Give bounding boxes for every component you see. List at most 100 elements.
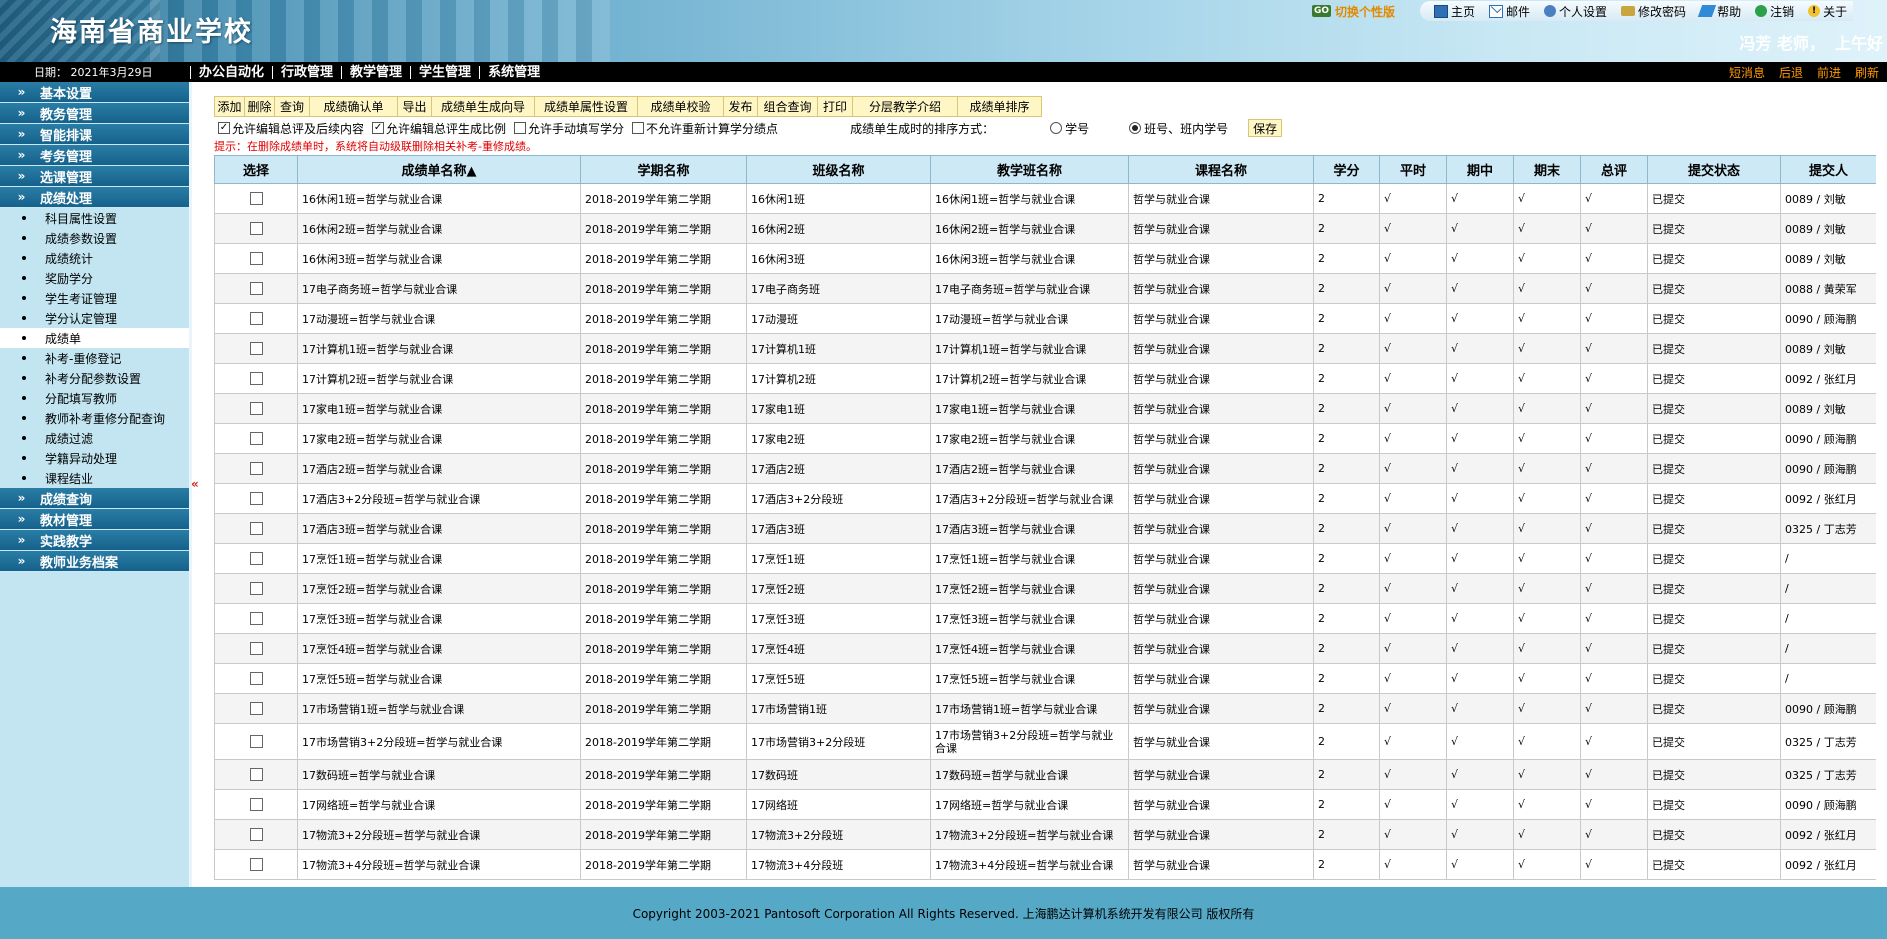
table-row[interactable]: 17电子商务班=哲学与就业合课 2018-2019学年第二学期 17电子商务班 17电…	[214, 273, 1876, 304]
row-select-checkbox[interactable]	[249, 612, 263, 626]
toolbar-button[interactable]: 组合查询	[757, 96, 817, 117]
toolbar-button[interactable]: 成绩单生成向导	[431, 96, 534, 117]
top-link-mail[interactable]: 邮件	[1489, 3, 1530, 20]
table-row[interactable]: 17酒店3+2分段班=哲学与就业合课 2018-2019学年第二学期 17酒店3+2…	[214, 483, 1876, 514]
top-link-change-password[interactable]: 修改密码	[1621, 3, 1686, 20]
row-select-checkbox[interactable]	[249, 282, 263, 296]
sidebar-subitem[interactable]: 学分认定管理	[0, 308, 189, 328]
table-row[interactable]: 17物流3+4分段班=哲学与就业合课 2018-2019学年第二学期 17物流3+4…	[214, 849, 1876, 880]
sidebar-group-textbook-management[interactable]: » 教材管理	[0, 509, 189, 530]
table-row[interactable]: 17家电1班=哲学与就业合课 2018-2019学年第二学期 17家电1班 17家电1…	[214, 393, 1876, 424]
table-row[interactable]: 17家电2班=哲学与就业合课 2018-2019学年第二学期 17家电2班 17家电2…	[214, 423, 1876, 454]
table-row[interactable]: 17酒店3班=哲学与就业合课 2018-2019学年第二学期 17酒店3班 17酒店3…	[214, 513, 1876, 544]
row-select-checkbox[interactable]	[249, 672, 263, 686]
menu-system-management[interactable]: 系统管理	[479, 65, 548, 79]
sidebar-group-smart-scheduling[interactable]: » 智能排课	[0, 124, 189, 145]
row-select-checkbox[interactable]	[249, 582, 263, 596]
sidebar-subitem[interactable]: 补考分配参数设置	[0, 368, 189, 388]
toolbar-button[interactable]: 成绩单校验	[637, 96, 723, 117]
collapse-sidebar-icon[interactable]: «	[191, 477, 199, 491]
sidebar-group-course-selection[interactable]: » 选课管理	[0, 166, 189, 187]
top-link-help[interactable]: 帮助	[1697, 3, 1741, 20]
toolbar-button[interactable]: 成绩单属性设置	[534, 96, 637, 117]
row-select-checkbox[interactable]	[249, 372, 263, 386]
row-select-checkbox[interactable]	[249, 552, 263, 566]
sidebar-group-teacher-archive[interactable]: » 教师业务档案	[0, 551, 189, 572]
toolbar-button[interactable]: 删除	[244, 96, 274, 117]
switch-portal-link[interactable]: GO 切换个性版	[1312, 2, 1395, 20]
row-select-checkbox[interactable]	[249, 252, 263, 266]
menu-teaching-management[interactable]: 教学管理	[341, 65, 410, 79]
table-row[interactable]: 17市场营销3+2分段班=哲学与就业合课 2018-2019学年第二学期 17市场营…	[214, 723, 1876, 760]
allow-manual-credit-checkbox[interactable]: 允许手动填写学分	[514, 120, 624, 137]
table-row[interactable]: 16休闲2班=哲学与就业合课 2018-2019学年第二学期 16休闲2班 16休闲2…	[214, 213, 1876, 244]
allow-edit-total-checkbox[interactable]: ✓ 允许编辑总评及后续内容	[218, 120, 364, 137]
menu-office-automation[interactable]: 办公自动化	[190, 65, 272, 79]
table-row[interactable]: 17动漫班=哲学与就业合课 2018-2019学年第二学期 17动漫班 17动漫班=哲…	[214, 303, 1876, 334]
sidebar-subitem[interactable]: 成绩参数设置	[0, 228, 189, 248]
refresh-link[interactable]: 刷新	[1855, 64, 1879, 81]
top-link-personal-settings[interactable]: 个人设置	[1544, 3, 1607, 20]
sidebar-subitem[interactable]: 课程结业	[0, 468, 189, 488]
allow-edit-ratio-checkbox[interactable]: ✓ 允许编辑总评生成比例	[372, 120, 506, 137]
row-select-checkbox[interactable]	[249, 642, 263, 656]
table-row[interactable]: 17物流3+2分段班=哲学与就业合课 2018-2019学年第二学期 17物流3+2…	[214, 819, 1876, 850]
table-row[interactable]: 17烹饪3班=哲学与就业合课 2018-2019学年第二学期 17烹饪3班 17烹饪3…	[214, 603, 1876, 634]
toolbar-button[interactable]: 查询	[274, 96, 309, 117]
sidebar-subitem[interactable]: 成绩单	[0, 328, 189, 348]
toolbar-button[interactable]: 导出	[397, 96, 431, 117]
table-row[interactable]: 17烹饪4班=哲学与就业合课 2018-2019学年第二学期 17烹饪4班 17烹饪4…	[214, 633, 1876, 664]
short-message-link[interactable]: 短消息	[1729, 64, 1765, 81]
row-select-checkbox[interactable]	[249, 828, 263, 842]
row-select-checkbox[interactable]	[249, 192, 263, 206]
top-link-home[interactable]: 主页	[1434, 3, 1475, 20]
row-select-checkbox[interactable]	[249, 798, 263, 812]
column-header-sheet-name[interactable]: 成绩单名称▲	[297, 155, 581, 184]
sidebar-subitem[interactable]: 教师补考重修分配查询	[0, 408, 189, 428]
sidebar-subitem[interactable]: 奖励学分	[0, 268, 189, 288]
toolbar-button[interactable]: 发布	[723, 96, 757, 117]
table-row[interactable]: 17数码班=哲学与就业合课 2018-2019学年第二学期 17数码班 17数码班=哲…	[214, 759, 1876, 790]
table-row[interactable]: 17市场营销1班=哲学与就业合课 2018-2019学年第二学期 17市场营销1班 1…	[214, 693, 1876, 724]
menu-student-management[interactable]: 学生管理	[410, 65, 479, 79]
table-row[interactable]: 17烹饪5班=哲学与就业合课 2018-2019学年第二学期 17烹饪5班 17烹饪5…	[214, 663, 1876, 694]
row-select-checkbox[interactable]	[249, 492, 263, 506]
table-row[interactable]: 17烹饪1班=哲学与就业合课 2018-2019学年第二学期 17烹饪1班 17烹饪1…	[214, 543, 1876, 574]
sidebar-subitem[interactable]: 成绩过滤	[0, 428, 189, 448]
row-select-checkbox[interactable]	[249, 858, 263, 872]
toolbar-button[interactable]: 添加	[214, 96, 244, 117]
row-select-checkbox[interactable]	[249, 768, 263, 782]
row-select-checkbox[interactable]	[249, 735, 263, 749]
table-row[interactable]: 16休闲3班=哲学与就业合课 2018-2019学年第二学期 16休闲3班 16休闲3…	[214, 243, 1876, 274]
top-link-logout[interactable]: 注销	[1755, 3, 1794, 20]
toolbar-button[interactable]: 成绩单排序	[957, 96, 1042, 117]
menu-administration[interactable]: 行政管理	[272, 65, 341, 79]
sidebar-subitem[interactable]: 科目属性设置	[0, 208, 189, 228]
sort-by-student-id-radio[interactable]: 学号	[1050, 120, 1089, 137]
table-row[interactable]: 17烹饪2班=哲学与就业合课 2018-2019学年第二学期 17烹饪2班 17烹饪2…	[214, 573, 1876, 604]
save-button[interactable]: 保存	[1248, 119, 1283, 137]
row-select-checkbox[interactable]	[249, 342, 263, 356]
row-select-checkbox[interactable]	[249, 432, 263, 446]
table-row[interactable]: 17计算机2班=哲学与就业合课 2018-2019学年第二学期 17计算机2班 17计…	[214, 363, 1876, 394]
table-row[interactable]: 16休闲1班=哲学与就业合课 2018-2019学年第二学期 16休闲1班 16休闲1…	[214, 183, 1876, 214]
sidebar-group-exam-affairs[interactable]: » 考务管理	[0, 145, 189, 166]
sidebar-subitem[interactable]: 学籍异动处理	[0, 448, 189, 468]
row-select-checkbox[interactable]	[249, 702, 263, 716]
top-link-about[interactable]: ! 关于	[1808, 3, 1847, 20]
sidebar-group-basic-settings[interactable]: » 基本设置	[0, 82, 189, 103]
sidebar-subitem[interactable]: 学生考证管理	[0, 288, 189, 308]
row-select-checkbox[interactable]	[249, 462, 263, 476]
sidebar-subitem[interactable]: 补考-重修登记	[0, 348, 189, 368]
sidebar-group-grade-processing[interactable]: » 成绩处理	[0, 187, 189, 208]
disallow-recalc-gpa-checkbox[interactable]: 不允许重新计算学分绩点	[632, 120, 778, 137]
sidebar-group-academic-affairs[interactable]: » 教务管理	[0, 103, 189, 124]
toolbar-button[interactable]: 成绩确认单	[309, 96, 397, 117]
back-link[interactable]: 后退	[1779, 64, 1803, 81]
table-row[interactable]: 17网络班=哲学与就业合课 2018-2019学年第二学期 17网络班 17网络班=哲…	[214, 789, 1876, 820]
table-row[interactable]: 17酒店2班=哲学与就业合课 2018-2019学年第二学期 17酒店2班 17酒店2…	[214, 453, 1876, 484]
row-select-checkbox[interactable]	[249, 312, 263, 326]
table-row[interactable]: 17计算机1班=哲学与就业合课 2018-2019学年第二学期 17计算机1班 17计…	[214, 333, 1876, 364]
row-select-checkbox[interactable]	[249, 522, 263, 536]
sidebar-group-grade-query[interactable]: » 成绩查询	[0, 488, 189, 509]
